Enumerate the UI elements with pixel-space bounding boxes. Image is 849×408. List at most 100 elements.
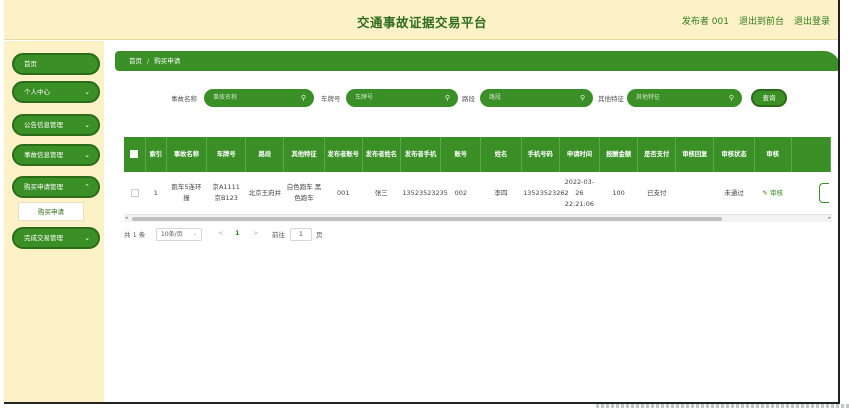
audit-button[interactable]: ✎ 审核: [762, 189, 783, 197]
row-checkbox[interactable]: [130, 188, 139, 197]
column-header: 账号: [440, 137, 482, 172]
cell-publisher-name: 张三: [362, 172, 401, 216]
accident-name-placeholder: 事故名称: [213, 94, 238, 101]
edit-icon: ✎: [762, 188, 770, 197]
breadcrumb-separator: /: [147, 57, 150, 65]
column-header: 姓名: [480, 137, 522, 172]
top-right-links: 发布者 001 退出到前台 退出登录: [682, 14, 830, 27]
table-row: 1 跑车5连环撞 京A1111 京B123 北京王府井 白色跑车 黑色跑车 00…: [124, 172, 831, 216]
sidebar-item-label: 首页: [24, 60, 37, 68]
chevron-up-icon: ⌃: [84, 183, 90, 191]
table-header-row: 索引 事故名称 车牌号 路段 其他特征 发布者账号 发布者姓名 发布者手机 账号…: [124, 137, 832, 172]
chevron-down-icon: ⌄: [192, 231, 197, 237]
sidebar-item-accident-management[interactable]: 事故信息管理 ⌄: [12, 144, 100, 166]
other-feature-label: 其他特征: [598, 95, 624, 103]
cell-actions: [791, 172, 831, 216]
breadcrumb-current: 购买申请: [154, 57, 181, 65]
cell-status: 未通过: [713, 172, 755, 216]
breadcrumb-home[interactable]: 首页: [129, 57, 142, 65]
column-header: 索引: [145, 137, 167, 172]
column-header: 发布者账号: [324, 137, 363, 172]
row-select-cell[interactable]: [124, 172, 146, 216]
column-header: 审核回复: [675, 137, 715, 172]
road-label: 路段: [462, 95, 475, 103]
prev-page-button[interactable]: <: [218, 229, 223, 237]
cell-audit: ✎ 审核: [754, 172, 792, 216]
scrollbar-thumb[interactable]: [132, 217, 722, 221]
chevron-down-icon: ⌄: [84, 234, 90, 242]
search-icon: ⚲: [728, 94, 734, 102]
column-header: 审核状态: [713, 137, 755, 172]
total-count: 共 1 条: [124, 231, 146, 239]
query-button[interactable]: 查询: [751, 89, 787, 107]
breadcrumb: 首页 / 购买申请: [115, 51, 838, 71]
logout-link[interactable]: 退出登录: [794, 14, 830, 27]
sidebar-item-completed-trades[interactable]: 完成交易管理 ⌄: [12, 227, 100, 249]
row-action-button[interactable]: [818, 183, 829, 204]
goto-label: 前往: [272, 231, 285, 239]
chevron-down-icon: ⌄: [84, 121, 90, 129]
page-unit-label: 页: [316, 231, 323, 239]
sidebar-item-personal-center[interactable]: 个人中心 ⌄: [12, 81, 100, 103]
exit-front-link[interactable]: 退出到前台: [739, 14, 784, 27]
cell-phone: 13523523262: [521, 172, 569, 216]
cell-name: 李四: [480, 172, 522, 216]
cell-reply: [675, 172, 714, 216]
other-feature-input[interactable]: 其他特征 ⚲: [627, 89, 742, 107]
data-table: 索引 事故名称 车牌号 路段 其他特征 发布者账号 发布者姓名 发布者手机 账号…: [124, 137, 832, 216]
sidebar-item-purchase-management[interactable]: 购买申请管理 ⌃: [12, 176, 100, 198]
select-all-checkbox[interactable]: [130, 149, 139, 158]
top-bar: 交通事故证据交易平台 发布者 001 退出到前台 退出登录: [4, 0, 838, 40]
plate-input[interactable]: 车牌号 ⚲: [346, 89, 458, 107]
search-icon: ⚲: [300, 94, 306, 102]
goto-page-input[interactable]: 1: [290, 228, 312, 241]
sidebar-item-label: 完成交易管理: [24, 234, 63, 242]
sidebar-item-label: 个人中心: [24, 88, 50, 96]
chevron-down-icon: ⌄: [84, 88, 90, 96]
accident-name-input[interactable]: 事故名称 ⚲: [204, 89, 314, 107]
chevron-down-icon: ⌄: [84, 151, 90, 159]
sidebar-item-notice-management[interactable]: 公告信息管理 ⌄: [12, 114, 100, 136]
column-header: 发布者手机: [400, 137, 442, 172]
sidebar-item-label: 事故信息管理: [24, 151, 63, 159]
search-icon: ⚲: [444, 94, 450, 102]
plate-placeholder: 车牌号: [355, 94, 374, 101]
sidebar-item-label: 公告信息管理: [24, 121, 63, 129]
search-bar: 事故名称 事故名称 ⚲ 车牌号 车牌号 ⚲ 路段 路段 ⚲ 其他特征 其他特征 …: [115, 89, 838, 107]
column-header: 手机号码: [521, 137, 560, 172]
sidebar-item-home[interactable]: 首页: [12, 53, 100, 75]
road-placeholder: 路段: [489, 94, 502, 101]
app-frame: 交通事故证据交易平台 发布者 001 退出到前台 退出登录 首页 个人中心 ⌄ …: [4, 0, 840, 404]
column-header: 报酬金额: [599, 137, 639, 172]
column-header: 事故名称: [166, 137, 208, 172]
scroll-right-icon[interactable]: ▸: [828, 215, 831, 221]
page-number-current[interactable]: 1: [235, 229, 240, 237]
sidebar-subitem-purchase-request[interactable]: 购买申请: [18, 202, 84, 221]
road-input[interactable]: 路段 ⚲: [480, 89, 593, 107]
bottom-edge-artifact: [596, 404, 849, 408]
search-icon: ⚲: [579, 94, 585, 102]
cell-plate: 京A1111 京B123: [206, 172, 246, 216]
page-size-value: 10条/页: [161, 231, 183, 238]
cell-accident-name: 跑车5连环撞: [166, 172, 207, 216]
sidebar: 首页 个人中心 ⌄ 公告信息管理 ⌄ 事故信息管理 ⌄ 购买申请管理 ⌃ 购买申…: [4, 41, 104, 402]
select-all-header[interactable]: [124, 137, 146, 172]
cell-feature: 白色跑车 黑色跑车: [283, 172, 325, 216]
page-size-select[interactable]: 10条/页 ⌄: [156, 228, 202, 241]
other-feature-placeholder: 其他特征: [636, 94, 661, 101]
sidebar-item-label: 购买申请管理: [24, 183, 63, 191]
horizontal-scrollbar[interactable]: ◂ ▸: [124, 214, 832, 222]
current-user: 发布者 001: [681, 17, 729, 27]
cell-paid: 已支付: [637, 172, 676, 216]
column-header-actions: [791, 137, 832, 172]
column-header: 是否支付: [637, 137, 677, 172]
cell-publisher-phone: 13523523235: [400, 172, 448, 216]
cell-publisher-account: 001: [324, 172, 363, 216]
audit-label: 审核: [769, 188, 783, 197]
cell-road: 北京王府井: [245, 172, 284, 216]
next-page-button[interactable]: >: [253, 229, 258, 237]
column-header: 审核: [754, 137, 792, 172]
cell-index: 1: [145, 172, 167, 216]
accident-name-label: 事故名称: [171, 95, 197, 103]
scroll-left-icon[interactable]: ◂: [125, 215, 128, 221]
